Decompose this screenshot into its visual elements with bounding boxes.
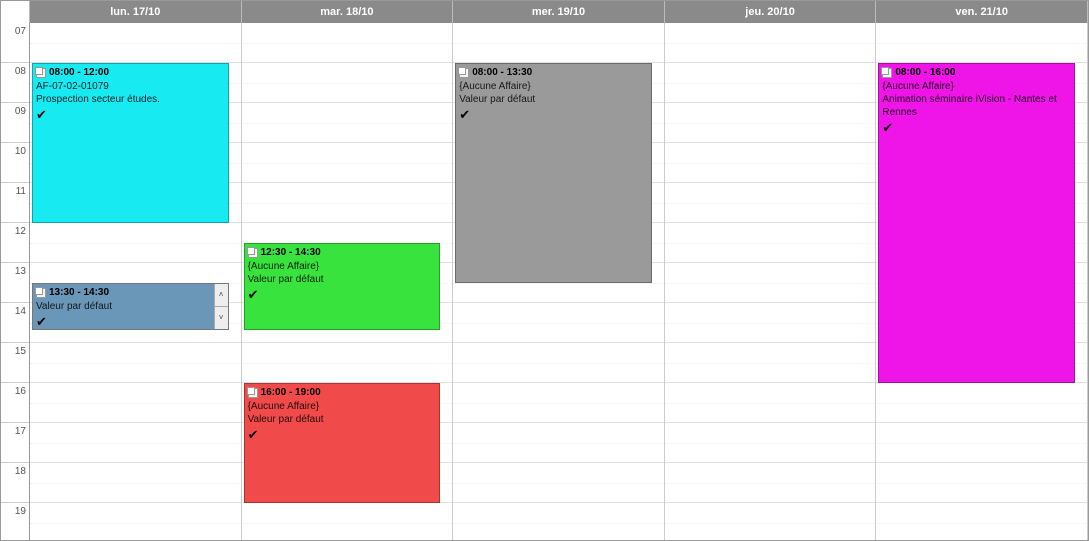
- hour-label-8: 08: [1, 63, 29, 103]
- popup-icon[interactable]: [36, 68, 46, 78]
- popup-icon[interactable]: [882, 68, 892, 78]
- grid-body: 07080910111213141516171819 08:00 - 12:00…: [1, 23, 1088, 541]
- event-time-label: 16:00 - 19:00: [261, 386, 321, 399]
- event-line2: Animation séminaire iVision - Nantes et …: [882, 93, 1071, 119]
- day-col-4[interactable]: 08:00 - 16:00{Aucune Affaire}Animation s…: [876, 23, 1088, 541]
- day-col-3[interactable]: [665, 23, 877, 541]
- event-line2: Valeur par défaut: [459, 93, 648, 106]
- header-spacer: [1, 1, 30, 23]
- event-time-row: 13:30 - 14:30: [36, 286, 225, 299]
- event-line1: AF-07-02-01079: [36, 80, 225, 93]
- day-columns: 08:00 - 12:00AF-07-02-01079Prospection s…: [30, 23, 1088, 541]
- day-col-0[interactable]: 08:00 - 12:00AF-07-02-01079Prospection s…: [30, 23, 242, 541]
- event-3[interactable]: 16:00 - 19:00{Aucune Affaire}Valeur par …: [244, 383, 441, 503]
- header-day-3[interactable]: jeu. 20/10: [665, 1, 877, 23]
- event-time-row: 08:00 - 12:00: [36, 66, 225, 79]
- day-col-2[interactable]: 08:00 - 13:30{Aucune Affaire}Valeur par …: [453, 23, 665, 541]
- hour-label-19: 19: [1, 503, 29, 541]
- event-1[interactable]: 13:30 - 14:30Valeur par défaut✔˄˅: [32, 283, 229, 330]
- event-time-label: 12:30 - 14:30: [261, 246, 321, 259]
- popup-icon[interactable]: [248, 248, 258, 258]
- chevron-up-icon[interactable]: ˄: [215, 284, 228, 307]
- event-time-row: 12:30 - 14:30: [248, 246, 437, 259]
- hour-label-16: 16: [1, 383, 29, 423]
- event-time-label: 08:00 - 16:00: [895, 66, 955, 79]
- time-column: 07080910111213141516171819: [1, 23, 30, 541]
- header-day-1[interactable]: mar. 18/10: [242, 1, 454, 23]
- hour-label-9: 09: [1, 103, 29, 143]
- event-time-row: 08:00 - 13:30: [459, 66, 648, 79]
- event-5[interactable]: 08:00 - 16:00{Aucune Affaire}Animation s…: [878, 63, 1075, 383]
- event-line2: Prospection secteur études.: [36, 93, 225, 106]
- event-time-row: 16:00 - 19:00: [248, 386, 437, 399]
- hour-label-15: 15: [1, 343, 29, 383]
- event-line1: {Aucune Affaire}: [248, 260, 437, 273]
- check-icon: ✔: [36, 108, 225, 121]
- event-line1: {Aucune Affaire}: [248, 400, 437, 413]
- check-icon: ✔: [248, 428, 437, 441]
- event-4[interactable]: 08:00 - 13:30{Aucune Affaire}Valeur par …: [455, 63, 652, 283]
- check-icon: ✔: [36, 315, 225, 328]
- header-day-4[interactable]: ven. 21/10: [876, 1, 1088, 23]
- hour-label-10: 10: [1, 143, 29, 183]
- event-time-label: 13:30 - 14:30: [49, 286, 109, 299]
- hour-label-13: 13: [1, 263, 29, 303]
- popup-icon[interactable]: [459, 68, 469, 78]
- event-line2: Valeur par défaut: [248, 413, 437, 426]
- check-icon: ✔: [459, 108, 648, 121]
- hour-label-7: 07: [1, 23, 29, 63]
- event-2[interactable]: 12:30 - 14:30{Aucune Affaire}Valeur par …: [244, 243, 441, 330]
- event-scroll[interactable]: ˄˅: [214, 284, 228, 329]
- check-icon: ✔: [882, 121, 1071, 134]
- event-time-row: 08:00 - 16:00: [882, 66, 1071, 79]
- event-line1: Valeur par défaut: [36, 300, 225, 313]
- header-row: lun. 17/10mar. 18/10mer. 19/10jeu. 20/10…: [1, 1, 1088, 23]
- popup-icon[interactable]: [248, 388, 258, 398]
- event-line2: Valeur par défaut: [248, 273, 437, 286]
- hour-label-17: 17: [1, 423, 29, 463]
- event-time-label: 08:00 - 12:00: [49, 66, 109, 79]
- week-calendar: lun. 17/10mar. 18/10mer. 19/10jeu. 20/10…: [0, 0, 1089, 541]
- event-line1: {Aucune Affaire}: [459, 80, 648, 93]
- header-day-0[interactable]: lun. 17/10: [30, 1, 242, 23]
- hour-label-12: 12: [1, 223, 29, 263]
- hour-label-11: 11: [1, 183, 29, 223]
- event-0[interactable]: 08:00 - 12:00AF-07-02-01079Prospection s…: [32, 63, 229, 223]
- header-day-2[interactable]: mer. 19/10: [453, 1, 665, 23]
- event-time-label: 08:00 - 13:30: [472, 66, 532, 79]
- hour-label-18: 18: [1, 463, 29, 503]
- check-icon: ✔: [248, 288, 437, 301]
- chevron-down-icon[interactable]: ˅: [215, 307, 228, 329]
- event-line1: {Aucune Affaire}: [882, 80, 1071, 93]
- day-col-1[interactable]: 12:30 - 14:30{Aucune Affaire}Valeur par …: [242, 23, 454, 541]
- popup-icon[interactable]: [36, 288, 46, 298]
- hour-label-14: 14: [1, 303, 29, 343]
